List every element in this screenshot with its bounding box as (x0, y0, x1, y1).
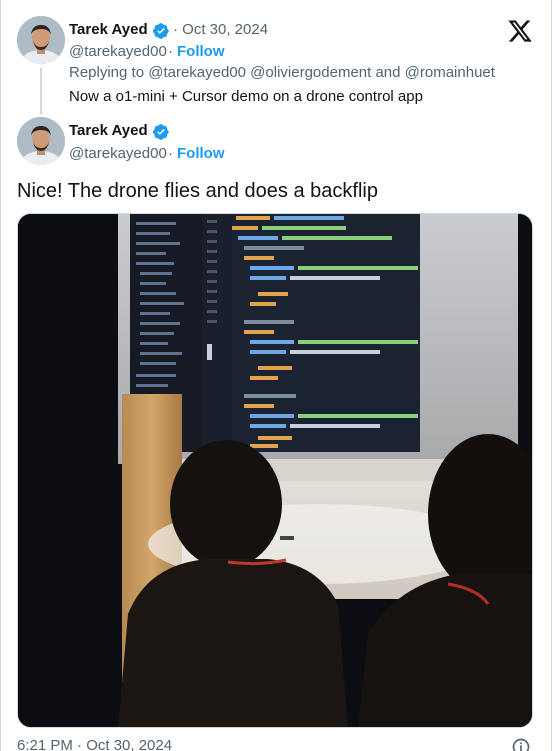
avatar[interactable] (17, 117, 65, 165)
avatar[interactable] (17, 16, 65, 64)
author-name[interactable]: Tarek Ayed (69, 122, 148, 139)
reply-tweet-text: Now a o1-mini + Cursor demo on a drone c… (69, 88, 423, 105)
author-handle[interactable]: @tarekayed00 (69, 43, 167, 60)
video-frame-image (18, 214, 532, 727)
tweet-timestamp[interactable]: 6:21 PM · Oct 30, 2024 (17, 737, 172, 751)
author-name[interactable]: Tarek Ayed (69, 21, 148, 38)
author-handle[interactable]: @tarekayed00 (69, 145, 167, 162)
tweet-embed-card: Tarek Ayed · Oct 30, 2024 @tarekayed00 ·… (0, 0, 552, 751)
x-logo-icon[interactable] (507, 18, 533, 44)
info-icon[interactable] (511, 737, 531, 751)
reply-mentions[interactable]: @tarekayed00 @oliviergodement and @romai… (148, 64, 495, 81)
replying-prefix: Replying to (69, 64, 145, 81)
tweet-date[interactable]: · Oct 30, 2024 (173, 21, 268, 38)
replying-to: Replying to @tarekayed00 @oliviergodemen… (69, 64, 495, 81)
thread-connector (40, 68, 42, 114)
verified-badge-icon (152, 124, 169, 140)
separator: · (168, 145, 173, 162)
tweet-text: Nice! The drone flies and does a backfli… (17, 180, 378, 202)
separator: · (168, 43, 173, 60)
follow-button[interactable]: Follow (177, 43, 225, 60)
verified-badge-icon (152, 23, 169, 39)
follow-button[interactable]: Follow (177, 145, 225, 162)
tweet-video[interactable] (17, 213, 533, 728)
